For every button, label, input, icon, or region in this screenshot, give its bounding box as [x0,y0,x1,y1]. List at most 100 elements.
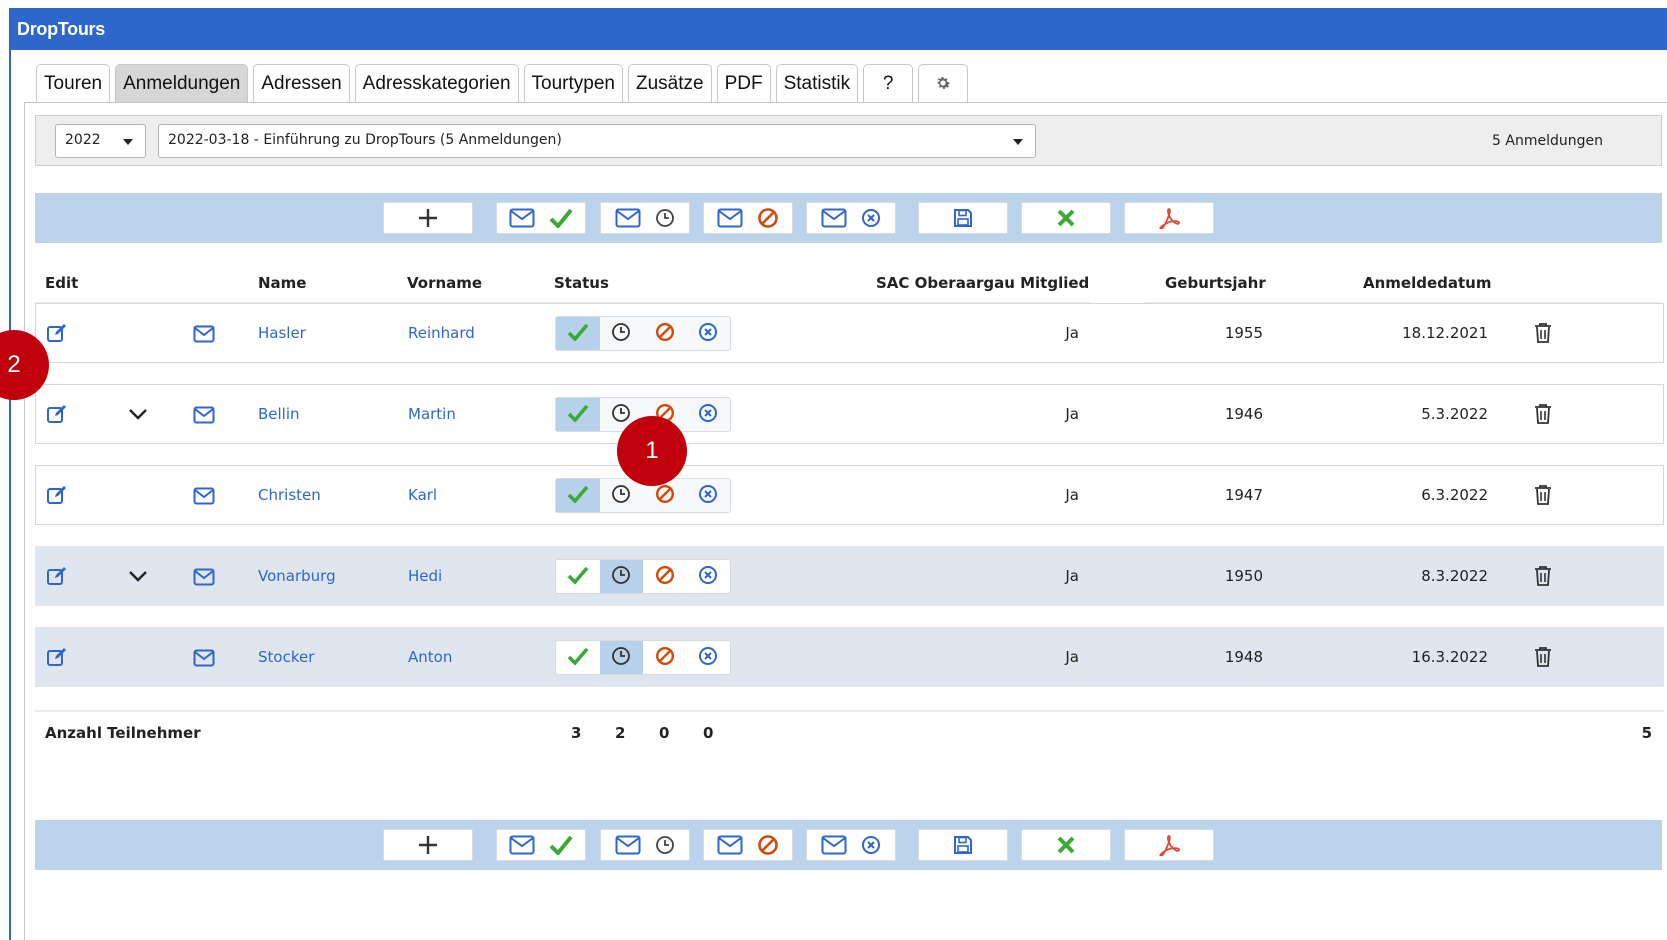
tab-adressen[interactable]: Adressen [253,64,350,102]
table-row: Stocker Anton Ja 1948 16.3.2022 [35,627,1664,687]
status-waiting-button[interactable] [600,317,644,350]
tab-adresskategorien[interactable]: Adresskategorien [354,64,519,102]
header-anmeldedatum[interactable]: Anmeldedatum [1363,274,1491,292]
table-row: Bellin Martin Ja 1946 5.3.2022 [35,384,1664,444]
tab-statistik[interactable]: Statistik [775,64,859,102]
year-select[interactable]: 2022 [55,124,146,158]
header-geburtsjahr[interactable]: Geburtsjahr [1165,274,1266,292]
mail-declined-button[interactable] [703,829,793,861]
status-cancelled-button[interactable] [687,641,731,674]
tour-select[interactable]: 2022-03-18 - Einführung zu DropTours (5 … [158,124,1036,158]
row-name[interactable]: Stocker [258,628,314,686]
status-toggle-group [555,316,731,351]
row-mitglied: Ja [1065,567,1079,585]
status-waiting-button[interactable] [599,641,643,674]
save-button[interactable] [918,829,1008,861]
mail-cancelled-button[interactable] [806,202,896,234]
row-vorname[interactable]: Hedi [408,547,442,605]
mail-icon[interactable] [193,487,215,509]
status-confirmed-button[interactable] [556,560,600,593]
mail-cancelled-button[interactable] [806,829,896,861]
chevron-down-icon[interactable] [128,569,148,587]
mail-waiting-button[interactable] [600,829,690,861]
ban-icon [655,484,675,508]
tab-touren[interactable]: Touren [36,64,111,102]
mail-icon[interactable] [193,649,215,671]
edit-icon[interactable] [46,403,68,429]
row-name[interactable]: Christen [258,466,321,524]
status-cancelled-button[interactable] [687,317,731,350]
tab-pdf[interactable]: PDF [716,64,771,102]
tour-select-value: 2022-03-18 - Einführung zu DropTours (5 … [168,132,562,148]
pdf-button[interactable] [1124,202,1214,234]
header-edit: Edit [45,274,79,292]
row-vorname[interactable]: Reinhard [408,304,475,362]
mail-icon[interactable] [193,325,215,347]
status-cancelled-button[interactable] [687,560,731,593]
check-icon [567,404,589,426]
pdf-button[interactable] [1124,829,1214,861]
status-cancelled-button[interactable] [687,398,731,431]
trash-icon[interactable] [1534,565,1552,591]
header-mitglied[interactable]: SAC Oberaargau Mitglied [876,274,1089,292]
trash-icon[interactable] [1534,646,1552,672]
trash-icon[interactable] [1534,403,1552,429]
mail-icon [717,835,743,855]
row-vorname[interactable]: Martin [408,385,456,443]
add-registration-button[interactable] [383,202,473,234]
trash-icon[interactable] [1534,322,1552,348]
status-confirmed-button[interactable] [556,479,600,512]
header-name[interactable]: Name [258,274,306,292]
trash-icon[interactable] [1534,484,1552,510]
row-anmeldedatum: 5.3.2022 [1421,405,1488,423]
header-status[interactable]: Status [554,274,609,292]
cancel-button[interactable] [1021,829,1111,861]
clock-icon [611,322,631,346]
tab-tourtypen[interactable]: Tourtypen [523,64,623,102]
table-row: Christen Karl Ja 1947 6.3.2022 [35,465,1664,525]
row-mitglied: Ja [1065,648,1079,666]
status-confirmed-button[interactable] [556,641,600,674]
circle-x-icon [698,403,718,427]
check-icon [567,485,589,507]
row-name[interactable]: Vonarburg [258,547,336,605]
add-registration-button[interactable] [383,829,473,861]
save-icon [954,836,972,854]
circle-x-icon [862,836,880,854]
cancel-button[interactable] [1021,202,1111,234]
status-declined-button[interactable] [643,560,687,593]
mail-waiting-button[interactable] [600,202,690,234]
save-button[interactable] [918,202,1008,234]
mail-icon[interactable] [193,568,215,590]
status-cancelled-button[interactable] [687,479,731,512]
edit-icon[interactable] [46,484,68,510]
tab-settings[interactable] [918,64,969,102]
status-waiting-button[interactable] [600,479,644,512]
tab-anmeldungen[interactable]: Anmeldungen [115,64,249,102]
chevron-down-icon[interactable] [128,407,148,425]
mail-confirmed-button[interactable] [496,202,586,234]
tab-help[interactable]: ? [863,64,914,102]
header-vorname[interactable]: Vorname [407,274,482,292]
status-confirmed-button[interactable] [556,317,600,350]
tab-zusaetze[interactable]: Zusätze [627,64,712,102]
tab-divider [24,102,1667,103]
clock-icon [656,209,674,227]
status-waiting-button[interactable] [599,560,643,593]
mail-confirmed-button[interactable] [496,829,586,861]
edit-icon[interactable] [46,322,68,348]
status-declined-button[interactable] [643,317,687,350]
status-confirmed-button[interactable] [556,398,600,431]
edit-icon[interactable] [46,565,68,591]
mail-icon[interactable] [193,406,215,428]
mail-declined-button[interactable] [703,202,793,234]
row-anmeldedatum: 18.12.2021 [1402,324,1488,342]
row-vorname[interactable]: Anton [408,628,452,686]
x-icon [1057,836,1075,854]
edit-icon[interactable] [46,646,68,672]
row-name[interactable]: Hasler [258,304,306,362]
row-name[interactable]: Bellin [258,385,300,443]
row-vorname[interactable]: Karl [408,466,437,524]
status-declined-button[interactable] [643,641,687,674]
x-icon [1057,209,1075,227]
